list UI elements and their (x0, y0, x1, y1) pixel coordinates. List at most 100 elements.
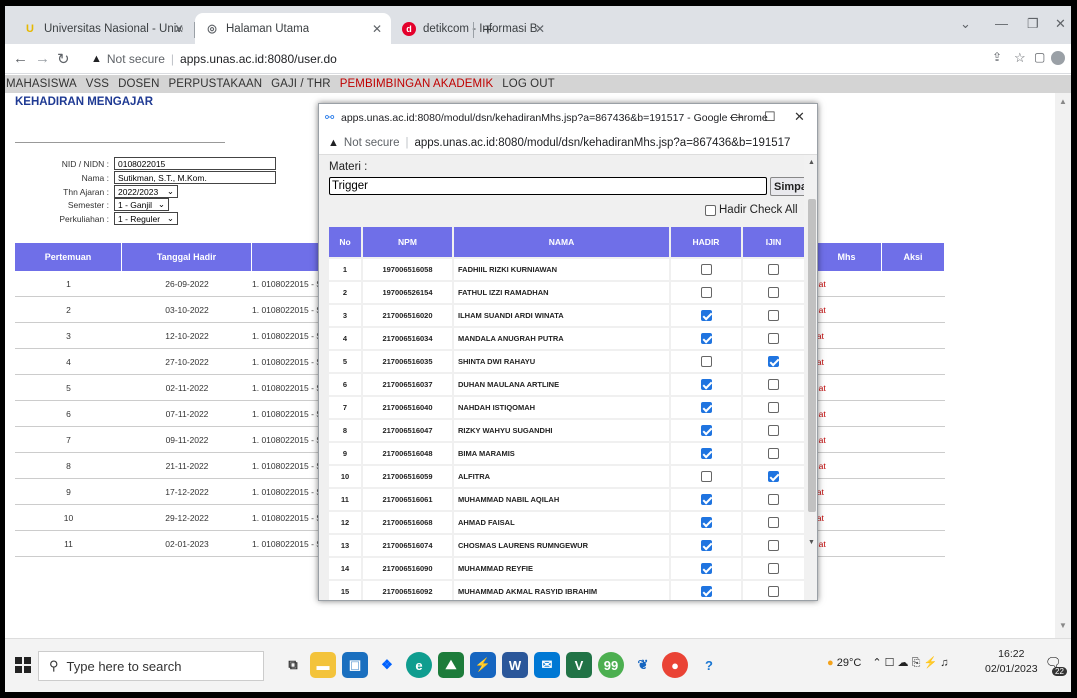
help-icon[interactable]: ? (696, 652, 722, 678)
restore-button[interactable]: ❐ (1027, 16, 1039, 32)
photos-icon[interactable]: ⛰ (438, 652, 464, 678)
hadir-checkbox[interactable] (700, 517, 712, 528)
ijin-checkbox[interactable] (768, 586, 779, 597)
tab-unas[interactable]: U Universitas Nasional - Universitas ✕ (13, 13, 193, 44)
app-icon[interactable]: ⚡ (470, 652, 496, 678)
hadir-checkbox[interactable] (700, 264, 712, 275)
menu-vss[interactable]: VSS (86, 78, 109, 90)
menu-gaji-thr[interactable]: GAJI / THR (271, 78, 331, 90)
ijin-checkbox[interactable] (768, 379, 779, 390)
lihat-link[interactable]: ihat (812, 271, 882, 297)
file-explorer-icon[interactable]: ▬ (310, 652, 336, 678)
popup-address-bar[interactable]: ▲ Not secure | apps.unas.ac.id:8080/modu… (319, 131, 817, 155)
close-window-button[interactable]: ✕ (1055, 16, 1066, 32)
sidepanel-icon[interactable]: ▢ (1034, 50, 1045, 64)
lihat-link[interactable]: ihat (812, 427, 882, 453)
lihat-link[interactable]: ihat (812, 297, 882, 323)
windows-start-icon[interactable] (15, 657, 31, 673)
ijin-checkbox[interactable] (768, 425, 779, 436)
ijin-checkbox[interactable] (768, 402, 779, 413)
tab-search-icon[interactable]: ⌄ (960, 16, 971, 32)
dropbox-icon[interactable]: ❖ (374, 652, 400, 678)
reload-icon[interactable]: ↻ (57, 50, 70, 68)
hadir-checkbox[interactable] (700, 287, 712, 298)
back-icon[interactable]: ← (13, 50, 28, 67)
hadir-checkbox[interactable] (700, 356, 712, 367)
lihat-link[interactable]: ihat (812, 375, 882, 401)
menu-dosen[interactable]: DOSEN (118, 78, 159, 90)
tab-halaman-utama[interactable]: ◎ Halaman Utama ✕ (195, 13, 391, 44)
whatsapp-icon[interactable]: 99 (598, 652, 624, 678)
menu-pembimbingan-akademik[interactable]: PEMBIMBINGAN AKADEMIK (340, 78, 494, 90)
hadir-all-checkbox[interactable] (705, 204, 716, 216)
ijin-checkbox[interactable] (768, 333, 779, 344)
close-icon[interactable]: ✕ (535, 22, 545, 36)
minimize-button[interactable]: — (730, 109, 743, 124)
hadir-checkbox[interactable] (700, 448, 712, 459)
nid-field[interactable]: 0108022015 (114, 157, 276, 170)
hadir-checkbox[interactable] (700, 425, 712, 436)
ijin-checkbox[interactable] (768, 563, 779, 574)
ijin-checkbox[interactable] (768, 540, 779, 551)
page-scrollbar[interactable]: ▲ ▼ (1055, 93, 1071, 638)
hadir-check-all[interactable]: Hadir Check All (705, 204, 798, 216)
close-window-button[interactable]: ✕ (794, 109, 805, 125)
chrome-icon[interactable]: ● (662, 652, 688, 678)
nama-field[interactable]: Sutikman, S.T., M.Kom. (114, 171, 276, 184)
close-icon[interactable]: ✕ (372, 22, 382, 36)
tray-icons[interactable]: ⌃ ☐ ☁ ⎘ ⚡ ♫ (872, 657, 948, 669)
new-tab-button[interactable]: + (483, 20, 493, 40)
menu-kebab-icon[interactable]: ⋮ (1067, 50, 1071, 64)
forward-icon[interactable]: → (35, 50, 50, 67)
edge-icon[interactable]: e (406, 652, 432, 678)
lihat-link[interactable]: ihat (812, 531, 882, 557)
warning-icon[interactable]: ▲ (91, 53, 102, 65)
hadir-checkbox[interactable] (700, 333, 712, 344)
close-icon[interactable]: ✕ (174, 22, 184, 36)
hadir-checkbox[interactable] (700, 586, 712, 597)
warning-icon[interactable]: ▲ (328, 137, 339, 149)
bookmark-star-icon[interactable]: ☆ (1014, 50, 1026, 66)
ijin-checkbox[interactable] (768, 356, 779, 367)
hadir-checkbox[interactable] (700, 379, 712, 390)
taskbar-search[interactable]: ⚲ Type here to search (38, 651, 264, 681)
hadir-checkbox[interactable] (700, 540, 712, 551)
semester-select[interactable]: 1 - Ganjil ⌄ (114, 198, 169, 211)
lihat-link[interactable]: ihat (812, 401, 882, 427)
popup-scroll-thumb[interactable] (808, 199, 816, 512)
lihat-link[interactable]: ihat (812, 453, 882, 479)
maximize-button[interactable]: ☐ (764, 109, 776, 125)
ijin-checkbox[interactable] (768, 494, 779, 505)
hadir-checkbox[interactable] (700, 494, 712, 505)
menu-logout[interactable]: LOG OUT (502, 78, 554, 90)
simpan-button[interactable]: Simpan (770, 177, 804, 196)
minimize-button[interactable]: — (995, 16, 1008, 31)
ijin-checkbox[interactable] (768, 448, 779, 459)
hadir-checkbox[interactable] (700, 471, 712, 482)
excel-icon[interactable]: V (566, 652, 592, 678)
share-icon[interactable]: ⇪ (992, 50, 1002, 64)
word-icon[interactable]: W (502, 652, 528, 678)
clock[interactable]: 16:22 02/01/2023 (985, 647, 1038, 677)
hadir-checkbox[interactable] (700, 563, 712, 574)
materi-input[interactable]: Trigger (329, 177, 767, 195)
ijin-checkbox[interactable] (768, 310, 779, 321)
mail-icon[interactable]: ✉ (534, 652, 560, 678)
lihat-link[interactable]: hat (812, 505, 882, 531)
menu-perpustakaan[interactable]: PERPUSTAKAAN (168, 78, 262, 90)
weather-icon[interactable]: ● (827, 657, 834, 669)
profile-avatar[interactable] (1051, 51, 1065, 65)
weather-temp[interactable]: 29°C (837, 657, 862, 669)
task-view-icon[interactable]: ⧉ (280, 652, 306, 678)
ijin-checkbox[interactable] (768, 517, 779, 528)
menu-mahasiswa[interactable]: MAHASISWA (6, 78, 77, 90)
lihat-link[interactable]: hat (812, 349, 882, 375)
hadir-checkbox[interactable] (700, 310, 712, 321)
lihat-link[interactable]: hat (812, 323, 882, 349)
thn-ajaran-select[interactable]: 2022/2023 ⌄ (114, 185, 178, 198)
perkuliahan-select[interactable]: 1 - Reguler ⌄ (114, 212, 178, 225)
ijin-checkbox[interactable] (768, 471, 779, 482)
lihat-link[interactable]: hat (812, 479, 882, 505)
ijin-checkbox[interactable] (768, 287, 779, 298)
app-icon[interactable]: ❦ (630, 652, 656, 678)
